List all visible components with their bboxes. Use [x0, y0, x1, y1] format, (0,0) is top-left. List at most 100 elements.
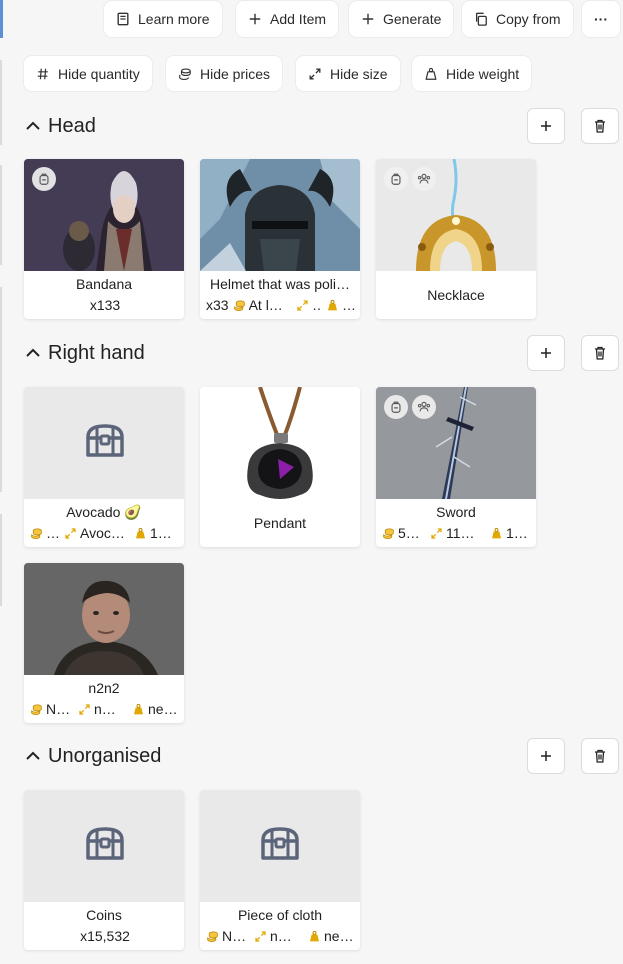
item-image — [24, 790, 184, 902]
item-meta: … Avoc… 1… — [30, 525, 180, 541]
item-meta: x15,532 — [30, 928, 180, 944]
item-quantity-value: x33 — [206, 297, 229, 313]
hide-prices-button[interactable]: Hide prices — [166, 56, 283, 91]
section-title: Head — [48, 114, 96, 137]
generate-button[interactable]: Generate — [349, 1, 454, 37]
item-card[interactable]: Coins x15,532 — [24, 790, 184, 950]
chevron-up-icon — [26, 751, 40, 760]
item-weight-value: 1… — [150, 525, 172, 541]
item-image — [200, 159, 360, 271]
item-card[interactable]: Piece of cloth N… n… ne… — [200, 790, 360, 950]
item-size-value: Avoc… — [80, 525, 125, 541]
hide-weight-label: Hide weight — [446, 65, 520, 82]
item-name: Pendant — [253, 515, 307, 531]
backpack-badge — [384, 167, 408, 191]
item-weight-value: ne… — [148, 701, 178, 717]
weight-icon — [328, 299, 337, 310]
item-quantity: x15,532 — [80, 928, 130, 944]
copy-icon — [475, 12, 487, 26]
item-card[interactable]: Bandana x133 — [24, 159, 184, 319]
delete-section-button[interactable] — [581, 738, 619, 774]
plus-icon — [249, 13, 261, 25]
chest-icon — [86, 827, 124, 860]
more-options-button[interactable]: ··· — [582, 1, 620, 37]
backpack-icon — [391, 173, 401, 185]
add-to-section-button[interactable] — [527, 335, 565, 371]
learn-more-button[interactable]: Learn more — [104, 1, 222, 37]
item-size: n… — [78, 701, 128, 717]
item-price: 5… — [382, 525, 426, 541]
section-title: Right hand — [48, 341, 145, 364]
book-icon — [117, 12, 129, 26]
hide-quantity-button[interactable]: Hide quantity — [24, 56, 152, 91]
hide-quantity-label: Hide quantity — [58, 65, 140, 82]
item-weight: … — [326, 297, 356, 313]
users-icon — [417, 401, 431, 412]
weight-icon — [310, 930, 319, 941]
left-divider — [0, 60, 2, 145]
weight-icon — [136, 527, 145, 538]
item-price-value: 5… — [398, 525, 420, 541]
hide-weight-button[interactable]: Hide weight — [412, 56, 532, 91]
item-meta: 5… 11… 1… — [382, 525, 532, 541]
chevron-up-icon — [26, 348, 40, 357]
item-weight-value: 1… — [506, 525, 528, 541]
item-quantity: x33 — [206, 297, 229, 313]
left-divider — [0, 165, 2, 265]
item-card[interactable]: Sword 5… 11… 1… — [376, 387, 536, 547]
expand-icon — [255, 930, 266, 942]
item-meta: x133 — [30, 297, 180, 313]
item-price: At l… — [233, 297, 292, 313]
hide-size-button[interactable]: Hide size — [296, 56, 400, 91]
item-name: Piece of cloth — [237, 907, 323, 923]
item-card[interactable]: n2n2 N… n… ne… — [24, 563, 184, 723]
item-size: 11… — [430, 525, 486, 541]
coins-icon — [233, 299, 245, 311]
item-size: n… — [254, 928, 304, 944]
delete-section-button[interactable] — [581, 335, 619, 371]
item-weight: ne… — [308, 928, 360, 944]
backpack-badge — [32, 167, 56, 191]
left-edge-indicator — [0, 0, 3, 38]
item-size: … — [296, 297, 322, 313]
item-size-value: n… — [270, 928, 292, 944]
item-image — [200, 790, 360, 902]
plus-icon — [362, 13, 374, 25]
coins-icon — [207, 930, 218, 942]
item-card[interactable]: Avocado 🥑 … Avoc… 1… — [24, 387, 184, 547]
delete-section-button[interactable] — [581, 108, 619, 144]
add-to-section-button[interactable] — [527, 738, 565, 774]
copy-from-button[interactable]: Copy from — [462, 1, 573, 37]
item-price: N… — [206, 928, 250, 944]
item-name: Sword — [436, 504, 476, 520]
copy-from-label: Copy from — [496, 11, 561, 27]
plus-icon — [541, 121, 551, 131]
add-item-button[interactable]: Add Item — [236, 1, 339, 37]
item-card[interactable]: Pendant — [200, 387, 360, 547]
item-card[interactable]: Helmet that was poli… x33 At l… … … — [200, 159, 360, 319]
plus-icon — [541, 751, 551, 761]
chest-icon — [261, 827, 299, 860]
coins-icon — [31, 703, 42, 715]
item-weight-value: ne… — [324, 928, 354, 944]
generate-label: Generate — [383, 11, 442, 27]
expand-icon — [297, 299, 308, 311]
item-weight: 1… — [134, 525, 178, 541]
section-header-right-hand[interactable]: Right hand — [24, 337, 145, 369]
section-header-head[interactable]: Head — [24, 110, 96, 142]
item-image — [24, 563, 184, 675]
item-name: Necklace — [427, 287, 485, 303]
item-meta: x33 At l… … … — [206, 297, 356, 313]
add-to-section-button[interactable] — [527, 108, 565, 144]
expand-icon — [79, 703, 90, 715]
chest-icon — [86, 424, 124, 457]
shared-badge — [412, 395, 436, 419]
item-weight-value: … — [342, 297, 356, 313]
coins-icon — [383, 527, 394, 539]
item-card[interactable]: Necklace — [376, 159, 536, 319]
item-price: … — [30, 525, 60, 541]
backpack-icon — [391, 401, 401, 413]
add-item-label: Add Item — [270, 11, 327, 27]
expand-icon — [65, 527, 76, 539]
section-header-unorganised[interactable]: Unorganised — [24, 740, 161, 772]
